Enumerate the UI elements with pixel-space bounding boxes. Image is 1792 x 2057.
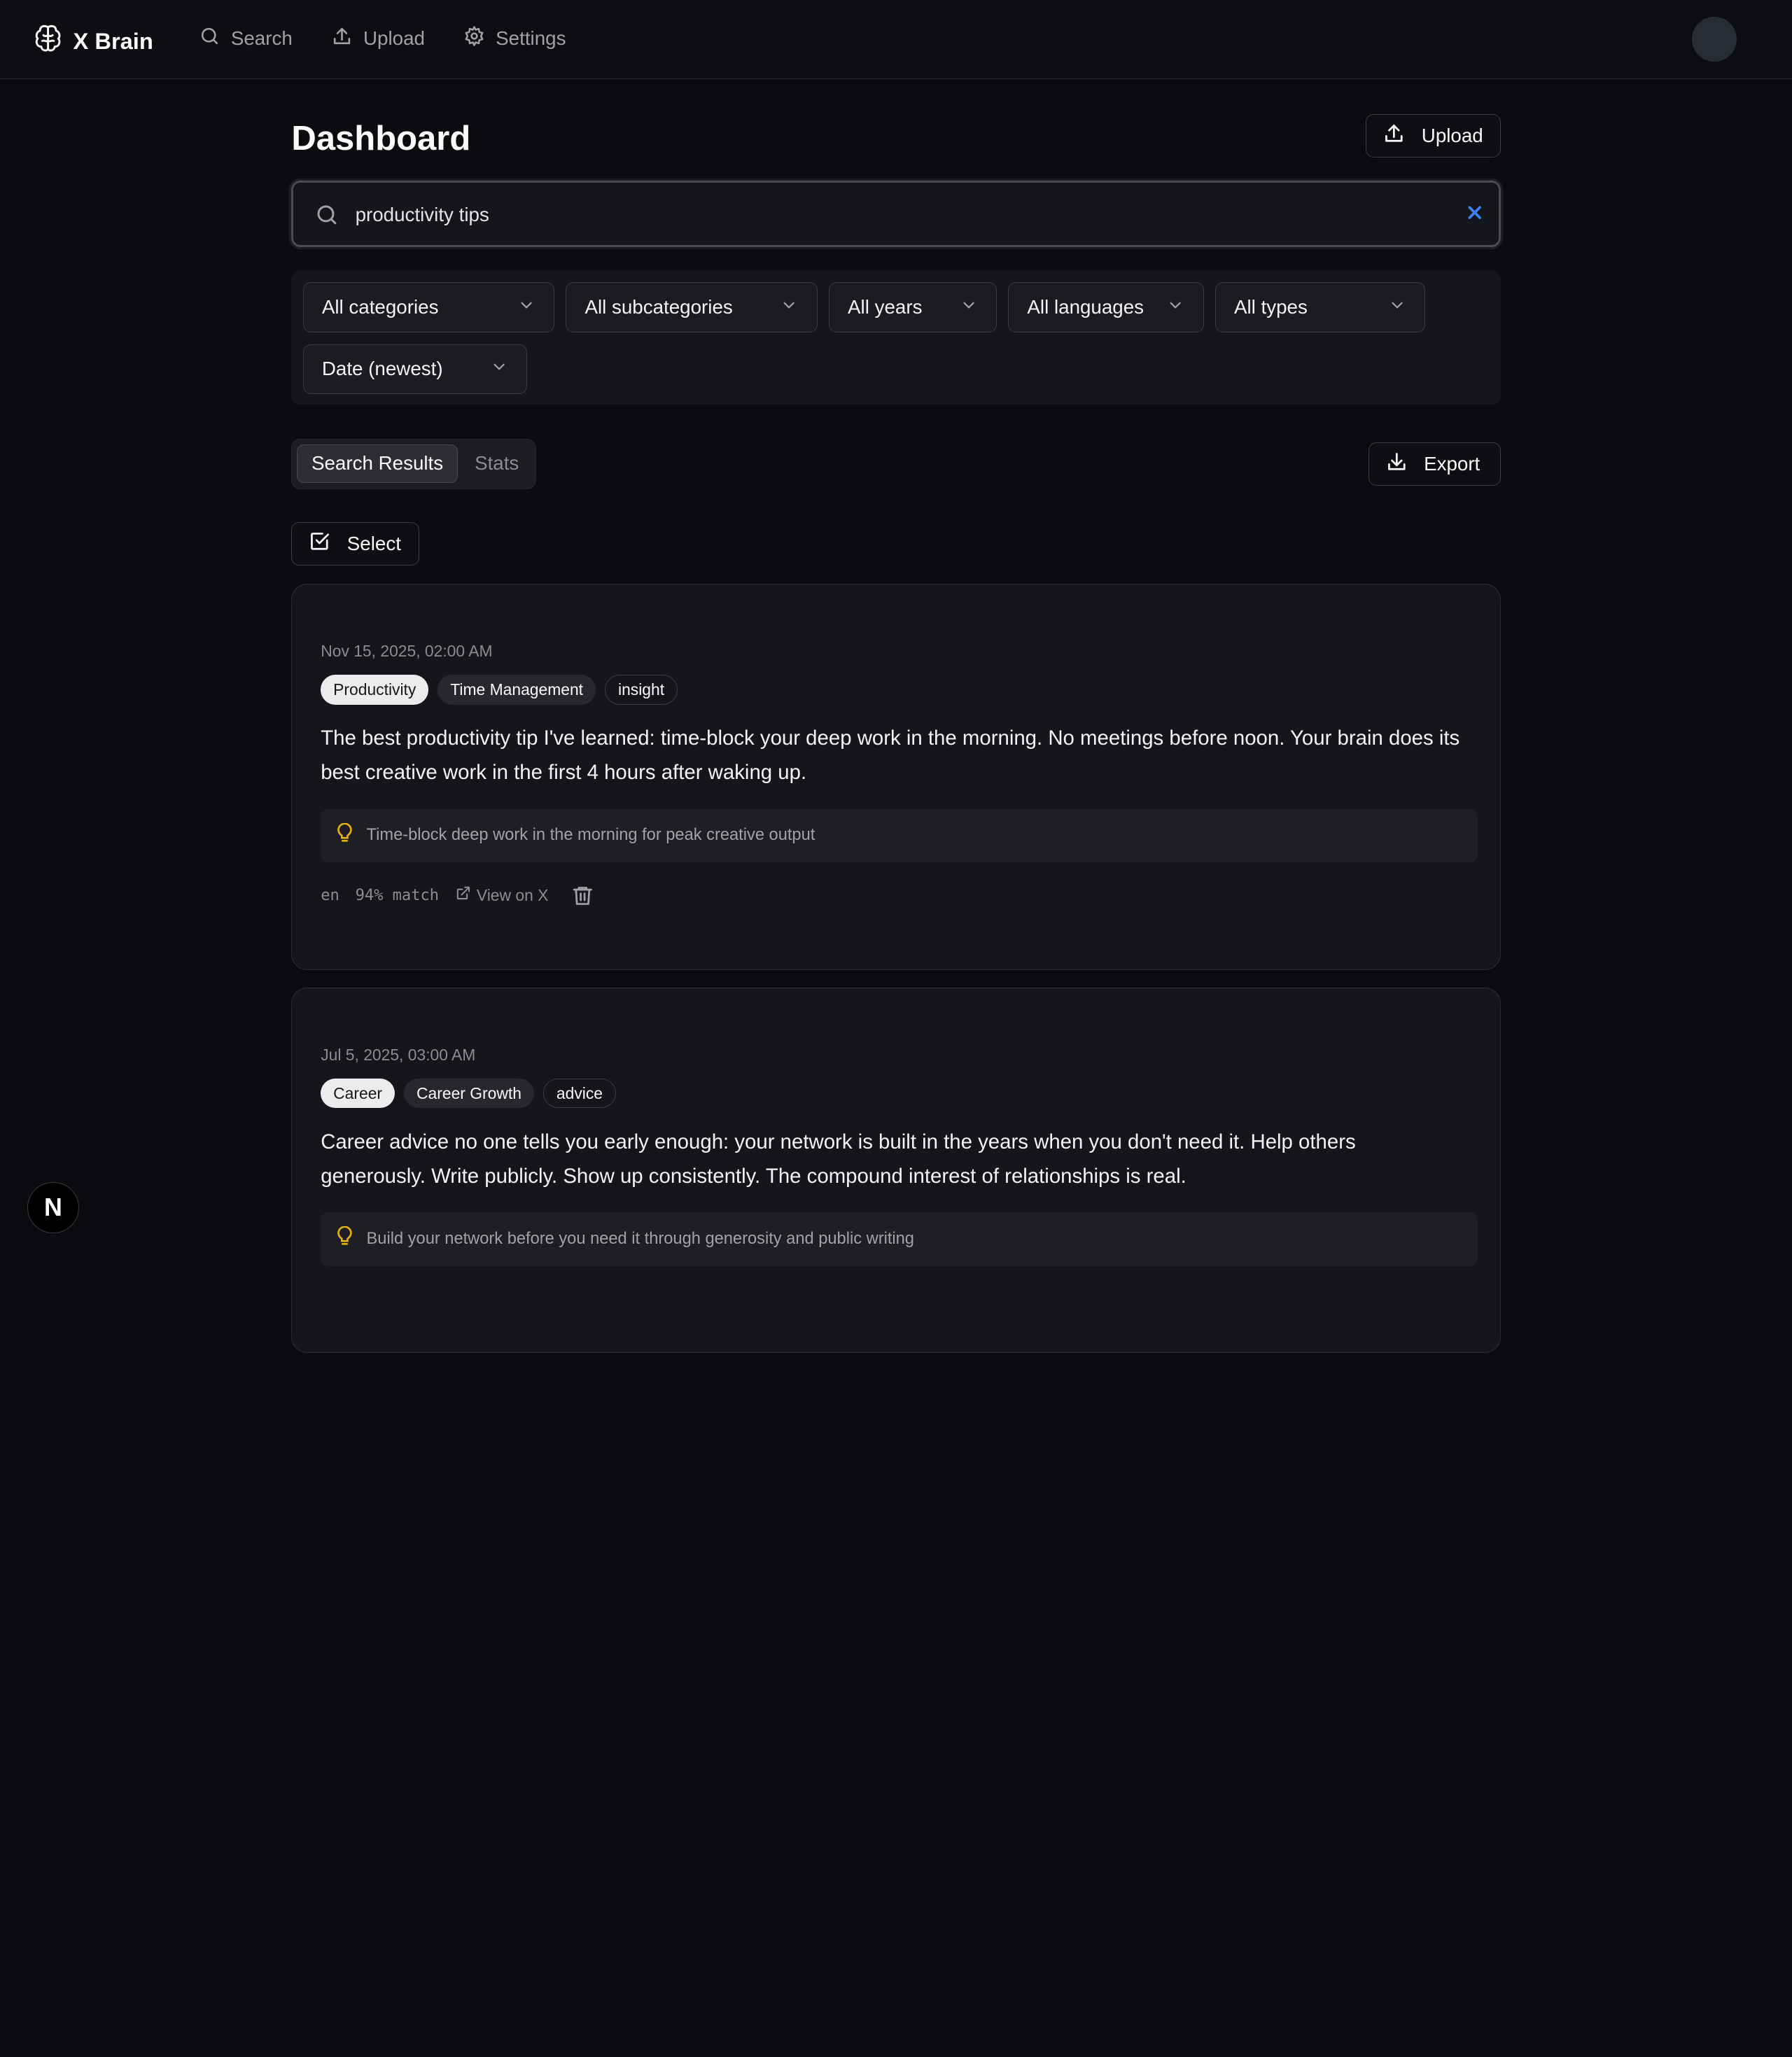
result-card: Jul 5, 2025, 03:00 AM Career Career Grow… <box>291 987 1502 1354</box>
nav-item-search[interactable]: Search <box>199 25 293 52</box>
filter-panel: All categories All subcategories All yea… <box>291 271 1502 405</box>
search-icon <box>314 202 340 232</box>
view-on-x-label: View on X <box>476 886 549 905</box>
search-icon <box>199 25 220 52</box>
result-card: Nov 15, 2025, 02:00 AM Productivity Time… <box>291 584 1502 971</box>
download-icon <box>1385 450 1408 478</box>
chevron-down-icon <box>780 296 798 319</box>
result-tags: Career Career Growth advice <box>321 1078 616 1109</box>
search-input[interactable] <box>355 198 1441 231</box>
tab-stats[interactable]: Stats <box>463 444 530 484</box>
upload-button-label: Upload <box>1421 125 1483 147</box>
sort-select-value: Date (newest) <box>321 358 443 380</box>
subcategory-tag: Time Management <box>438 675 596 705</box>
lightbulb-icon <box>337 822 353 848</box>
sort-select[interactable]: Date (newest) <box>302 344 527 395</box>
type-select[interactable]: All types <box>1214 282 1426 333</box>
result-insight: Build your network before you need it th… <box>321 1212 1478 1266</box>
upload-icon <box>331 25 353 52</box>
results-tabs: Search Results Stats <box>291 439 536 489</box>
brain-icon <box>34 24 62 58</box>
result-text: The best productivity tip I've learned: … <box>321 726 1460 785</box>
category-tag: Career <box>321 1078 395 1109</box>
language-select-value: All languages <box>1027 296 1144 318</box>
tab-search-results[interactable]: Search Results <box>296 444 458 484</box>
brand-logo-link[interactable]: X Brain <box>34 24 153 58</box>
upload-button[interactable]: Upload <box>1366 114 1502 158</box>
category-select[interactable]: All categories <box>302 282 554 333</box>
result-tags: Productivity Time Management insight <box>321 675 678 705</box>
result-text: Career advice no one tells you early eno… <box>321 1130 1356 1188</box>
nav-item-label: Upload <box>363 27 425 49</box>
search-bar <box>291 181 1502 247</box>
view-on-x-link[interactable]: View on X <box>455 885 549 906</box>
result-meta: en 94% match View on X <box>321 884 594 907</box>
gear-icon <box>463 25 485 52</box>
export-button-label: Export <box>1424 452 1480 475</box>
match-score: 94% match <box>355 887 439 905</box>
result-date: Nov 15, 2025, 02:00 AM <box>321 642 493 661</box>
result-insight: Time-block deep work in the morning for … <box>321 808 1478 863</box>
checkbox-icon <box>308 530 331 558</box>
type-tag: insight <box>605 675 678 705</box>
year-select[interactable]: All years <box>828 282 997 333</box>
upload-icon <box>1382 122 1406 150</box>
category-select-value: All categories <box>321 296 439 318</box>
main-nav: Search Upload Settings <box>199 25 566 52</box>
top-navigation-bar: X Brain Search Upload Settings <box>0 0 1792 79</box>
type-tag: advice <box>542 1078 616 1109</box>
export-button[interactable]: Export <box>1368 442 1502 486</box>
type-select-value: All types <box>1233 296 1308 318</box>
result-date: Jul 5, 2025, 03:00 AM <box>321 1045 476 1064</box>
subcategory-tag: Career Growth <box>404 1078 534 1109</box>
category-tag: Productivity <box>321 675 429 705</box>
insight-text: Time-block deep work in the morning for … <box>366 826 816 845</box>
page-title: Dashboard <box>291 119 471 157</box>
year-select-value: All years <box>848 296 923 318</box>
language-select[interactable]: All languages <box>1008 282 1204 333</box>
chevron-down-icon <box>960 296 978 319</box>
external-link-icon <box>455 885 471 906</box>
chevron-down-icon <box>517 296 536 319</box>
nav-item-label: Settings <box>496 27 566 49</box>
select-button-label: Select <box>346 533 401 555</box>
app-name: X Brain <box>73 28 153 54</box>
select-button[interactable]: Select <box>291 522 420 566</box>
chevron-down-icon <box>490 358 508 381</box>
chevron-down-icon <box>1388 296 1406 319</box>
close-icon[interactable] <box>1464 202 1485 227</box>
lightbulb-icon <box>337 1226 353 1251</box>
subcategory-select[interactable]: All subcategories <box>566 282 818 333</box>
nav-item-label: Search <box>230 27 293 49</box>
language-code: en <box>321 887 340 905</box>
nav-item-upload[interactable]: Upload <box>331 25 425 52</box>
insight-text: Build your network before you need it th… <box>366 1229 914 1248</box>
subcategory-select-value: All subcategories <box>584 296 733 318</box>
user-avatar[interactable] <box>1691 17 1737 62</box>
trash-icon[interactable] <box>571 884 594 907</box>
dev-tools-badge[interactable]: N <box>27 1181 79 1233</box>
chevron-down-icon <box>1166 296 1184 319</box>
nav-item-settings[interactable]: Settings <box>463 25 566 52</box>
